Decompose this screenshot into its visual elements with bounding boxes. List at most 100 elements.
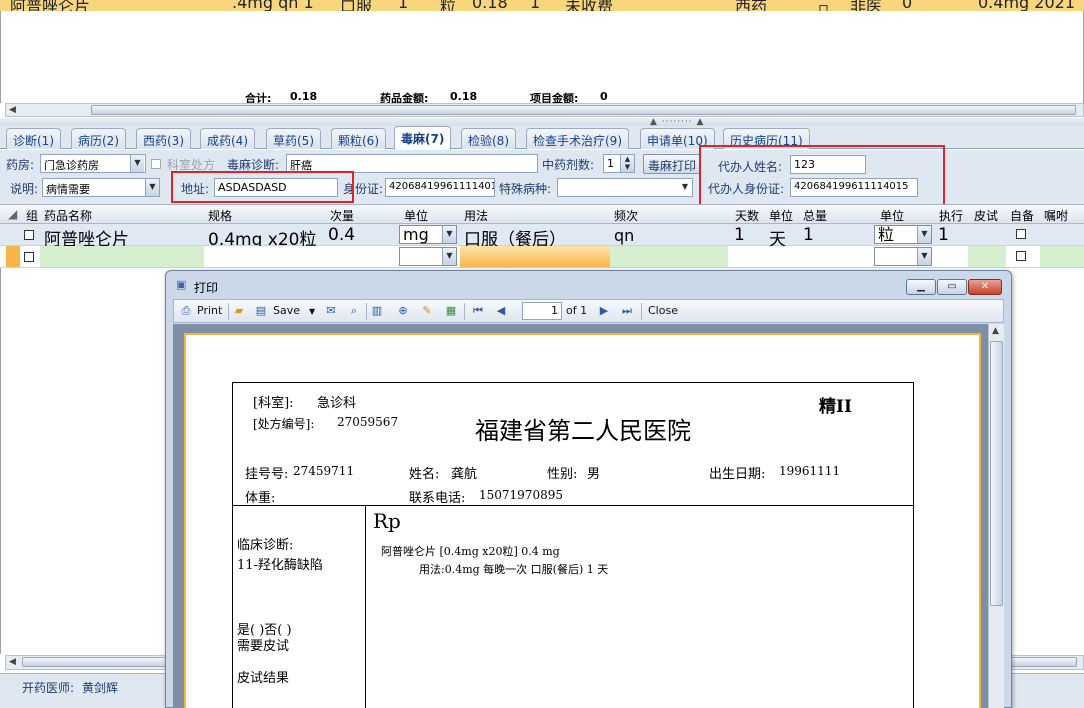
save-dropdown-icon[interactable]: ▼ [309, 307, 315, 316]
tab-lab[interactable]: 检验(8) [461, 128, 516, 149]
new-total-unit-dropdown-icon[interactable]: ▼ [917, 248, 931, 265]
dose-unit-dropdown-icon[interactable]: ▼ [442, 226, 456, 243]
upper-row-checkbox[interactable]: ▫ [818, 0, 829, 11]
preview-scroll-thumb[interactable] [990, 341, 1003, 606]
close-button[interactable]: Close [648, 304, 678, 317]
col-days: 天数 [735, 209, 760, 223]
total-unit-dropdown-icon[interactable]: ▼ [917, 226, 931, 243]
print-toolbar: ⎙ Print ▰ ▤ Save ▼ ✉ ⌕ ▥ ⊕ ✎ ▦ ⏮ ◀ 1 of … [173, 299, 1004, 323]
table-row[interactable]: 阿普唑仑片 0.4mg x20粒 0.4 mg ▼ 口服（餐后） qn 1 天 … [0, 224, 1084, 250]
upper-row-dose-date: 0.4mg 2021 [978, 0, 1075, 11]
zoom-icon[interactable]: ⊕ [396, 304, 410, 318]
upper-row-insurance: 非医 [850, 0, 883, 11]
col-instruction: 嘱咐 [1044, 209, 1069, 223]
tab-history[interactable]: 历史病历(11) [723, 128, 810, 149]
email-icon[interactable]: ✉ [324, 304, 338, 318]
agent-name-input[interactable]: 123 [790, 155, 866, 174]
id-input[interactable]: 420684199611114015 [385, 178, 495, 197]
pharmacy-value: 门急诊药房 [44, 159, 99, 172]
note-dropdown-icon[interactable]: ▼ [145, 179, 159, 196]
prev-page-icon[interactable]: ◀ [494, 304, 508, 318]
page-setup-icon[interactable]: ▦ [444, 304, 458, 318]
dialog-titlebar[interactable]: ▣ 打印 ▁ ▭ ✕ [166, 271, 1011, 299]
new-instruction-cell[interactable] [1040, 246, 1084, 267]
print-dialog[interactable]: ▣ 打印 ▁ ▭ ✕ ⎙ Print ▰ ▤ Save ▼ ✉ ⌕ ▥ ⊕ ✎ … [165, 270, 1012, 708]
scroll-up-icon[interactable]: ▲ [992, 326, 999, 336]
dob-label: 出生日期: [709, 467, 766, 482]
tab-patent-medicine[interactable]: 成药(4) [200, 128, 255, 149]
tab-medical-record[interactable]: 病历(2) [71, 128, 126, 149]
edit-icon[interactable]: ✎ [420, 304, 434, 318]
row-group-checkbox[interactable] [24, 252, 34, 262]
row-self-supplied-checkbox[interactable] [1016, 229, 1026, 239]
close-icon[interactable]: ✕ [968, 279, 1002, 295]
row-total[interactable]: 1 [803, 225, 814, 245]
sex-label: 性别: [547, 467, 578, 482]
row-frequency[interactable]: qn [614, 226, 634, 245]
skin-test-required: 需要皮试 [237, 639, 290, 654]
save-button[interactable]: Save [273, 304, 300, 317]
total-value: 0.18 [290, 90, 318, 103]
special-dropdown-icon[interactable]: ▼ [678, 179, 692, 196]
toolbar-separator [366, 303, 367, 320]
narcotic-form: 药房: 门急诊药房 ▼ 科室处方 毒麻诊断: 肝癌 中药剂数: 1 ▲ ▼ 毒麻打… [0, 150, 1084, 204]
preview-vertical-scrollbar[interactable]: ▲ [988, 324, 1004, 708]
page-number-input[interactable]: 1 [522, 302, 562, 320]
row-days[interactable]: 1 [734, 225, 745, 245]
tab-request-form[interactable]: 申请单(10) [640, 128, 715, 149]
address-input[interactable]: ASDASDASD [214, 178, 338, 197]
tab-diagnosis[interactable]: 诊断(1) [6, 128, 61, 149]
special-disease-select[interactable] [557, 178, 693, 197]
spin-icon[interactable]: ▲ ▼ [620, 155, 634, 172]
print-button[interactable]: Print [197, 304, 222, 317]
special-disease-label: 特殊病种: [499, 182, 552, 196]
pane-splitter[interactable]: ▲ ········ ▲ [0, 117, 1084, 127]
save-disk-icon[interactable]: ▤ [254, 304, 268, 318]
tab-western-medicine[interactable]: 西药(3) [136, 128, 191, 149]
upper-row-qty: 1 [398, 0, 409, 11]
new-skin-test-cell[interactable] [968, 246, 1006, 267]
new-drug-name-cell[interactable] [40, 246, 204, 267]
tab-granule[interactable]: 颗粒(6) [331, 128, 386, 149]
tab-narcotic[interactable]: 毒麻(7) [394, 126, 452, 150]
new-usage-cell[interactable] [460, 246, 610, 267]
agent-id-input[interactable]: 420684199611114015 [790, 178, 918, 197]
dept-rx-checkbox[interactable] [151, 159, 161, 169]
scroll-left-icon[interactable]: ◀ [9, 657, 16, 667]
upper-horizontal-scrollbar[interactable]: ◀ [5, 103, 1084, 117]
next-page-icon[interactable]: ▶ [597, 304, 611, 318]
narcotic-print-button[interactable]: 毒麻打印 [643, 154, 702, 174]
upper-scroll-thumb[interactable] [91, 105, 1076, 115]
col-frequency: 频次 [614, 209, 639, 223]
note-select[interactable]: 病情需要 [42, 178, 160, 197]
toolbar-separator [464, 303, 465, 320]
first-page-icon[interactable]: ⏮ [471, 304, 485, 318]
pharmacy-dropdown-icon[interactable]: ▼ [130, 155, 144, 172]
tab-herbal[interactable]: 草药(5) [266, 128, 321, 149]
new-dose-unit-dropdown-icon[interactable]: ▼ [442, 248, 456, 265]
row-self-supplied-checkbox[interactable] [1016, 251, 1026, 261]
new-frequency-cell[interactable] [610, 246, 728, 267]
minimize-icon[interactable]: ▁ [906, 279, 936, 295]
table-row[interactable]: ▼ ▼ [0, 246, 1084, 268]
tab-exam-surgery[interactable]: 检查手术治疗(9) [526, 128, 629, 149]
diagnosis-input[interactable]: 肝癌 [286, 154, 538, 173]
drug-amount-value: 0.18 [450, 90, 478, 103]
find-icon[interactable]: ⌕ [347, 304, 361, 318]
row-execute[interactable]: 1 [938, 225, 949, 245]
clinical-diagnosis-value: 11-羟化酶缺陷 [237, 558, 323, 573]
registration-label: 挂号号: [245, 467, 289, 482]
col-total: 总量 [803, 209, 828, 223]
last-page-icon[interactable]: ⏭ [620, 304, 634, 318]
dept-rx-label: 科室处方 [167, 158, 216, 172]
maximize-icon[interactable]: ▭ [937, 279, 967, 295]
layout-icon[interactable]: ▥ [370, 304, 384, 318]
row-group-checkbox[interactable] [24, 230, 34, 240]
row-dose[interactable]: 0.4 [328, 225, 355, 245]
open-folder-icon[interactable]: ▰ [232, 304, 246, 318]
scroll-left-icon[interactable]: ◀ [9, 105, 16, 115]
printer-icon[interactable]: ⎙ [179, 304, 193, 318]
row-indicator-icon: ◢ [8, 207, 18, 221]
col-self-supplied: 自备 [1010, 209, 1035, 223]
upper-grid-row[interactable]: 阿普唑仑片 .4mg qn 1 口服 1 粒 0.18 1 未收费 西药 ▫ 非… [0, 0, 1084, 11]
